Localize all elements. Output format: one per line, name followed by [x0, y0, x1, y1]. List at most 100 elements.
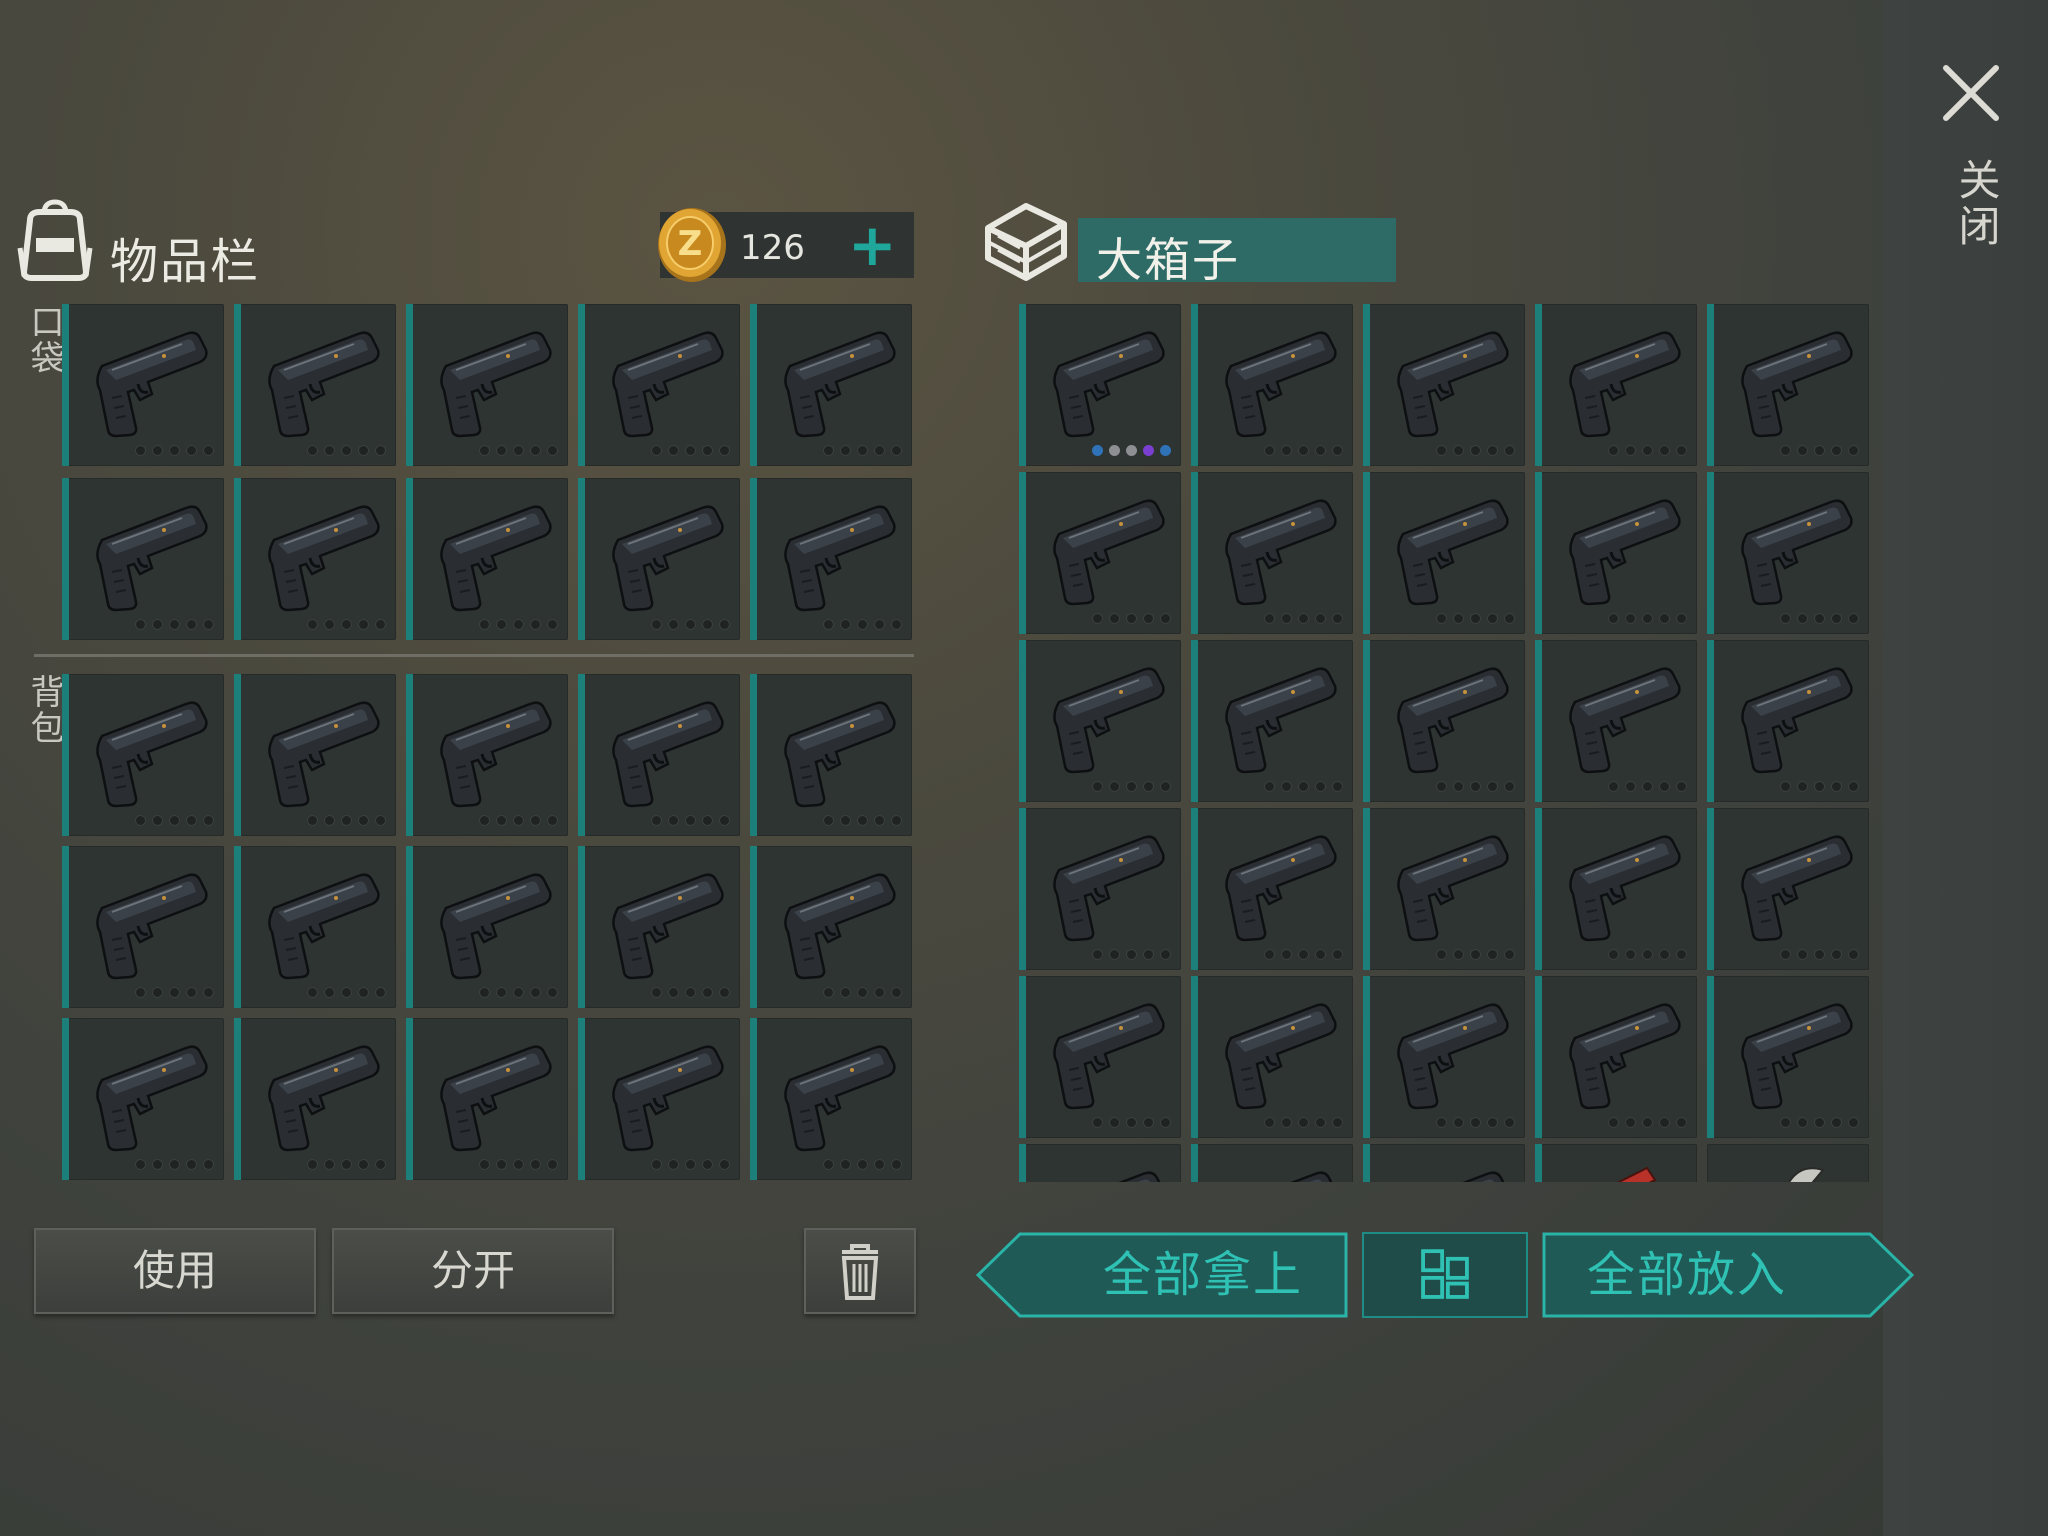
inventory-slot[interactable] [1535, 976, 1697, 1138]
inventory-slot[interactable] [62, 304, 224, 466]
inventory-slot[interactable] [62, 846, 224, 1008]
inventory-slot[interactable] [62, 674, 224, 836]
durability-dots [1608, 949, 1687, 960]
inventory-slot[interactable] [1707, 976, 1869, 1138]
inventory-slot[interactable] [62, 478, 224, 640]
inventory-slot[interactable] [1535, 472, 1697, 634]
inventory-slot[interactable] [234, 846, 396, 1008]
inventory-slot[interactable] [234, 1018, 396, 1180]
inventory-slot[interactable] [1707, 472, 1869, 634]
close-label[interactable]: 关闭 [1946, 158, 2007, 250]
durability-dot [169, 815, 180, 826]
crate-icon [985, 203, 1067, 281]
put-all-button[interactable]: 全部放入 [1542, 1232, 1914, 1318]
durability-dot [324, 987, 335, 998]
durability-dot [1831, 1117, 1842, 1128]
inventory-slot[interactable] [750, 1018, 912, 1180]
durability-dot [513, 445, 524, 456]
take-all-button[interactable]: 全部拿上 [976, 1232, 1348, 1318]
split-button[interactable]: 分开 [332, 1228, 614, 1314]
durability-dot [702, 445, 713, 456]
inventory-slot[interactable] [1535, 808, 1697, 970]
inventory-slot[interactable] [1019, 808, 1181, 970]
inventory-slot[interactable] [1019, 640, 1181, 802]
inventory-slot[interactable] [1191, 640, 1353, 802]
durability-dot [857, 1159, 868, 1170]
durability-dot [1436, 949, 1447, 960]
inventory-slot[interactable] [578, 478, 740, 640]
inventory-slot[interactable] [750, 304, 912, 466]
inventory-slot[interactable] [406, 304, 568, 466]
inventory-slot[interactable] [406, 674, 568, 836]
inventory-slot[interactable] [406, 846, 568, 1008]
inventory-slot[interactable] [234, 478, 396, 640]
inventory-slot[interactable] [1019, 1144, 1181, 1182]
durability-dot [1831, 613, 1842, 624]
pistol-icon [96, 701, 208, 808]
durability-dot [479, 1159, 490, 1170]
durability-dot [668, 1159, 679, 1170]
inventory-slot[interactable] [1707, 1144, 1869, 1182]
inventory-slot[interactable] [234, 304, 396, 466]
inventory-slot[interactable] [750, 674, 912, 836]
inventory-slot[interactable] [1535, 304, 1697, 466]
pistol-icon [1225, 331, 1337, 438]
inventory-slot[interactable] [1535, 1144, 1697, 1182]
durability-dot [341, 619, 352, 630]
inventory-slot[interactable] [1707, 808, 1869, 970]
durability-dots [1436, 445, 1515, 456]
pistol-icon [1118, 1171, 1161, 1182]
close-icon[interactable] [1940, 62, 2002, 124]
durability-dot [1831, 781, 1842, 792]
pistol-icon [784, 1045, 896, 1152]
durability-dots [1780, 613, 1859, 624]
inventory-slot[interactable] [1363, 472, 1525, 634]
add-coins-button[interactable]: + [848, 216, 897, 274]
durability-dot [530, 445, 541, 456]
pistol-icon [1053, 331, 1165, 438]
inventory-slot[interactable] [1191, 808, 1353, 970]
trash-button[interactable] [804, 1228, 916, 1314]
durability-dot [1160, 781, 1171, 792]
durability-dot [1814, 949, 1825, 960]
inventory-slot[interactable] [750, 846, 912, 1008]
inventory-slot[interactable] [1363, 304, 1525, 466]
durability-dot [702, 815, 713, 826]
inventory-slot[interactable] [1191, 1144, 1353, 1182]
durability-dot [668, 445, 679, 456]
inventory-slot[interactable] [750, 478, 912, 640]
inventory-slot[interactable] [1191, 304, 1353, 466]
inventory-slot[interactable] [62, 1018, 224, 1180]
inventory-slot[interactable] [1019, 472, 1181, 634]
durability-dot [857, 987, 868, 998]
inventory-slot[interactable] [1363, 976, 1525, 1138]
pistol-icon [1225, 835, 1337, 942]
inventory-slot[interactable] [1191, 976, 1353, 1138]
inventory-slot[interactable] [1019, 304, 1181, 466]
durability-dot [1470, 613, 1481, 624]
inventory-slot[interactable] [406, 478, 568, 640]
inventory-slot[interactable] [578, 846, 740, 1008]
durability-dot [874, 445, 885, 456]
pistol-icon [784, 331, 896, 438]
durability-dot [891, 987, 902, 998]
inventory-slot[interactable] [1535, 640, 1697, 802]
inventory-slot[interactable] [234, 674, 396, 836]
inventory-slot[interactable] [1363, 640, 1525, 802]
inventory-slot[interactable] [578, 1018, 740, 1180]
inventory-slot[interactable] [1191, 472, 1353, 634]
inventory-slot[interactable] [578, 674, 740, 836]
inventory-slot[interactable] [1363, 1144, 1525, 1182]
sort-button[interactable] [1362, 1232, 1528, 1318]
durability-dot [1780, 949, 1791, 960]
inventory-slot[interactable] [1707, 640, 1869, 802]
inventory-slot[interactable] [1019, 976, 1181, 1138]
inventory-slot[interactable] [1363, 808, 1525, 970]
durability-dot [186, 987, 197, 998]
inventory-slot[interactable] [1707, 304, 1869, 466]
use-button[interactable]: 使用 [34, 1228, 316, 1314]
pistol-icon [268, 331, 380, 438]
durability-dot [324, 1159, 335, 1170]
inventory-slot[interactable] [406, 1018, 568, 1180]
inventory-slot[interactable] [578, 304, 740, 466]
